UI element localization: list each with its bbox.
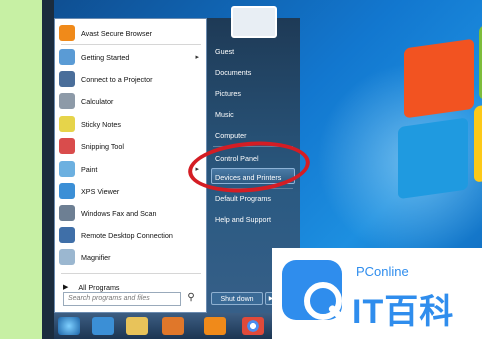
program-icon xyxy=(59,249,75,265)
all-programs-label: All Programs xyxy=(78,282,120,292)
program-label: Connect to a Projector xyxy=(81,74,153,84)
watermark-name: IT百科 xyxy=(352,293,455,331)
program-item[interactable]: Windows Fax and Scan xyxy=(59,203,205,223)
program-item[interactable]: Paint ▸ xyxy=(59,159,205,179)
program-item[interactable]: Remote Desktop Connection xyxy=(59,225,205,245)
program-item[interactable]: XPS Viewer xyxy=(59,181,205,201)
start-orb-icon[interactable] xyxy=(58,317,80,335)
program-label: Getting Started xyxy=(81,52,130,62)
program-label: Paint xyxy=(81,164,98,174)
program-item[interactable]: Sticky Notes xyxy=(59,114,205,134)
avast-icon[interactable] xyxy=(204,317,226,335)
window-frame xyxy=(42,0,54,339)
triangle-right-icon: ▶ xyxy=(63,284,69,291)
program-label: Sticky Notes xyxy=(81,119,121,129)
program-item[interactable]: Getting Started ▸ xyxy=(59,47,205,67)
program-label: Remote Desktop Connection xyxy=(81,230,173,240)
places-item[interactable]: Music xyxy=(215,110,234,119)
program-label: Snipping Tool xyxy=(81,141,125,151)
pconline-watermark: PConline IT百科 xyxy=(272,248,482,339)
program-icon xyxy=(59,49,75,65)
start-menu-programs-pane: Avast Secure Browser Getting Started ▸ Conn… xyxy=(54,18,207,313)
ie-icon[interactable] xyxy=(92,317,114,335)
program-item[interactable]: Magnifier xyxy=(59,247,205,267)
program-icon xyxy=(59,183,75,199)
submenu-arrow-icon[interactable]: ▸ xyxy=(195,53,199,61)
separator xyxy=(61,273,201,274)
program-label: Calculator xyxy=(81,96,114,106)
program-icon xyxy=(59,93,75,109)
left-edge-strip xyxy=(0,0,42,339)
program-item[interactable]: Connect to a Projector xyxy=(59,69,205,89)
places-item[interactable]: Pictures xyxy=(215,89,241,98)
program-icon xyxy=(59,161,75,177)
chrome-icon[interactable] xyxy=(242,317,264,335)
program-label: XPS Viewer xyxy=(81,186,120,196)
program-icon xyxy=(59,71,75,87)
user-picture-printer-icon[interactable] xyxy=(231,6,277,38)
program-icon xyxy=(59,205,75,221)
places-item[interactable]: Guest xyxy=(215,47,234,56)
places-item[interactable]: Computer xyxy=(215,131,247,140)
media-player-icon[interactable] xyxy=(162,317,184,335)
program-icon xyxy=(59,25,75,41)
explorer-icon[interactable] xyxy=(126,317,148,335)
program-item[interactable]: Snipping Tool xyxy=(59,136,205,156)
watermark-brand: PConline xyxy=(356,264,409,279)
search-icon[interactable]: ⚲ xyxy=(185,292,197,304)
places-item[interactable]: Default Programs xyxy=(215,194,271,203)
program-item[interactable]: Calculator xyxy=(59,91,205,111)
pconline-logo-icon xyxy=(282,260,343,320)
program-icon xyxy=(59,116,75,132)
places-item[interactable]: Documents xyxy=(215,68,251,77)
shutdown-button[interactable]: Shut down xyxy=(211,292,263,305)
program-item[interactable]: Avast Secure Browser xyxy=(59,23,205,43)
program-icon xyxy=(59,227,75,243)
separator xyxy=(61,44,201,45)
program-label: Avast Secure Browser xyxy=(81,28,152,38)
windows-logo-icon xyxy=(384,0,482,231)
program-label: Windows Fax and Scan xyxy=(81,208,157,218)
program-icon xyxy=(59,138,75,154)
program-label: Magnifier xyxy=(81,252,111,262)
search-input[interactable]: Search programs and files xyxy=(63,292,181,306)
places-item[interactable]: Help and Support xyxy=(215,215,271,224)
